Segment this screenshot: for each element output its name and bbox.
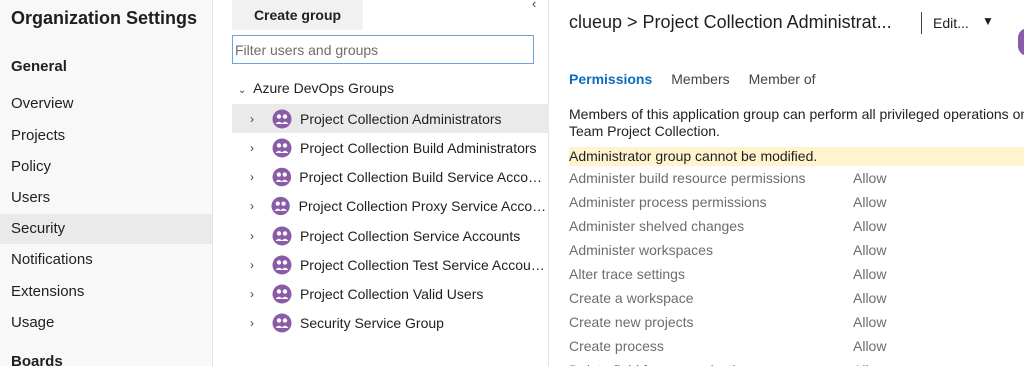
chevron-right-icon[interactable]: › [250, 229, 266, 243]
avatar [1018, 28, 1024, 56]
group-icon [272, 167, 291, 186]
sidebar-item-usage[interactable]: Usage [0, 308, 212, 338]
permission-value[interactable]: Allow [853, 190, 886, 214]
chevron-right-icon[interactable]: › [250, 112, 266, 126]
caret-down-icon[interactable]: ▼ [982, 14, 994, 28]
permission-name: Administer workspaces [569, 242, 713, 258]
permission-row: Administer build resource permissions All… [569, 166, 1024, 190]
permission-row: Create process Allow [569, 334, 1024, 358]
description-line-2: Team Project Collection. [569, 123, 720, 139]
description-line-1: Members of this application group can pe… [569, 106, 1024, 122]
sidebar-item-projects[interactable]: Projects [0, 121, 212, 151]
chevron-right-icon[interactable]: › [250, 316, 266, 330]
chevron-down-icon: ⌄ [238, 85, 247, 96]
sidebar-title: Organization Settings [11, 8, 198, 28]
group-tree-row-label: Project Collection Valid Users [300, 285, 484, 302]
sidebar-item-extensions[interactable]: Extensions [0, 277, 212, 307]
sidebar-item-notifications[interactable]: Notifications [0, 245, 212, 275]
group-tree-row[interactable]: › Security Service Group [232, 308, 549, 337]
permission-row: Administer process permissions Allow [569, 190, 1024, 214]
sidebar-item-policy[interactable]: Policy [0, 152, 212, 182]
sidebar-item-users[interactable]: Users [0, 183, 212, 213]
permission-value[interactable]: Allow [853, 334, 886, 358]
group-icon [272, 284, 292, 303]
group-tree-row-label: Project Collection Administrators [300, 110, 502, 127]
permission-value[interactable]: Allow [853, 310, 886, 334]
group-icon [271, 196, 291, 215]
header-divider [921, 12, 922, 34]
group-icon [272, 255, 292, 274]
settings-sidebar: Organization Settings General Overview P… [0, 0, 213, 366]
permission-row: Administer workspaces Allow [569, 238, 1024, 262]
tab-members[interactable]: Members [671, 71, 729, 87]
permission-value[interactable]: Allow [853, 262, 886, 286]
sidebar-item-security[interactable]: Security [0, 214, 212, 244]
permission-name: Alter trace settings [569, 266, 685, 282]
create-group-button[interactable]: Create group [232, 0, 363, 30]
group-tree-row[interactable]: › Project Collection Valid Users [232, 279, 549, 308]
group-tree-row[interactable]: › Project Collection Build Administrators [232, 133, 549, 162]
organization-settings-page: Organization Settings General Overview P… [0, 0, 1024, 366]
permission-name: Create a workspace [569, 290, 694, 306]
sidebar-item-overview[interactable]: Overview [0, 89, 212, 119]
collapse-panel-icon[interactable]: ‹ [532, 0, 536, 11]
sidebar-section-general: General [11, 58, 67, 75]
permission-name: Administer build resource permissions [569, 170, 806, 186]
group-tree-row-label: Project Collection Build Service Account… [299, 168, 549, 185]
permission-row: Alter trace settings Allow [569, 262, 1024, 286]
group-tree-row-label: Project Collection Build Administrators [300, 139, 537, 156]
group-icon [272, 226, 292, 245]
group-icon [272, 313, 292, 332]
breadcrumb: clueup > Project Collection Administrat.… [569, 12, 892, 32]
tab-permissions[interactable]: Permissions [569, 71, 652, 87]
permission-row: Create new projects Allow [569, 310, 1024, 334]
permission-value[interactable]: Allow [853, 238, 886, 262]
chevron-right-icon[interactable]: › [250, 170, 266, 184]
permission-row: Create a workspace Allow [569, 286, 1024, 310]
group-tree-row-label: Project Collection Proxy Service Account… [298, 197, 549, 214]
tab-member-of[interactable]: Member of [749, 71, 816, 87]
group-tree-row-label: Project Collection Service Accounts [300, 227, 521, 244]
group-header-azure-devops[interactable]: ⌄ Azure DevOps Groups [238, 80, 394, 96]
group-tree-row[interactable]: › Project Collection Proxy Service Accoun… [232, 191, 549, 220]
chevron-right-icon[interactable]: › [250, 141, 266, 155]
group-description: Members of this application group can pe… [569, 106, 1024, 140]
chevron-right-icon[interactable]: › [250, 258, 266, 272]
permission-row: Delete field from organization Allow [569, 358, 1024, 366]
group-icon [272, 109, 292, 128]
group-tree-row-label: Security Service Group [300, 314, 444, 331]
permission-name: Create new projects [569, 314, 694, 330]
permission-value[interactable]: Allow [853, 286, 886, 310]
permission-name: Administer process permissions [569, 194, 767, 210]
warning-banner: Administrator group cannot be modified. [569, 147, 1024, 166]
detail-tabs: Permissions Members Member of [569, 71, 816, 87]
group-header-label: Azure DevOps Groups [253, 80, 394, 96]
chevron-right-icon[interactable]: › [250, 287, 266, 301]
group-tree-row[interactable]: › Project Collection Service Accounts [232, 221, 549, 250]
group-icon [272, 138, 292, 157]
permission-name: Create process [569, 338, 664, 354]
group-tree-row[interactable]: › Project Collection Administrators [232, 104, 549, 133]
permission-name: Administer shelved changes [569, 218, 745, 234]
filter-users-groups-input[interactable] [232, 35, 534, 64]
permission-value[interactable]: Allow [853, 214, 886, 238]
group-tree-row[interactable]: › Project Collection Build Service Accoun… [232, 162, 549, 191]
edit-button[interactable]: Edit... [933, 15, 969, 31]
groups-panel: Create group ‹ ⌄ Azure DevOps Groups › Pr… [214, 0, 549, 366]
group-detail-panel: clueup > Project Collection Administrat.… [550, 0, 1024, 366]
permission-name: Delete field from organization [569, 362, 751, 366]
permission-row: Administer shelved changes Allow [569, 214, 1024, 238]
group-tree-row[interactable]: › Project Collection Test Service Account… [232, 250, 549, 279]
chevron-right-icon[interactable]: › [250, 199, 265, 213]
permission-value[interactable]: Allow [853, 358, 886, 366]
permission-value[interactable]: Allow [853, 166, 886, 190]
sidebar-section-boards: Boards [11, 353, 63, 366]
group-tree-row-label: Project Collection Test Service Accounts [299, 256, 549, 273]
